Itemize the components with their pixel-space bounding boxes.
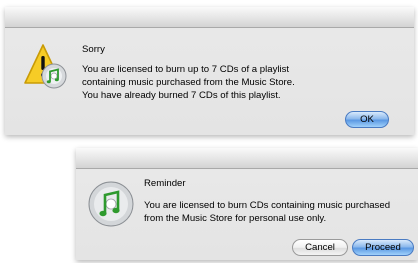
warning-itunes-icon xyxy=(23,43,71,91)
dialog-message: You are licensed to burn up to 7 CDs of … xyxy=(82,63,295,102)
proceed-button[interactable]: Proceed xyxy=(352,239,414,256)
message-line: containing music purchased from the Musi… xyxy=(82,77,295,88)
dialog-titlebar[interactable] xyxy=(5,7,414,28)
reminder-dialog: Reminder You are licensed to burn CDs co… xyxy=(76,148,418,260)
itunes-cd-icon xyxy=(86,179,136,229)
message-line: You have already burned 7 CDs of this pl… xyxy=(82,90,281,101)
message-line: You are licensed to burn up to 7 CDs of … xyxy=(82,64,290,75)
ok-button[interactable]: OK xyxy=(345,111,389,128)
dialog-title: Reminder xyxy=(144,178,186,189)
cancel-button[interactable]: Cancel xyxy=(292,239,348,256)
sorry-dialog: Sorry You are licensed to burn up to 7 C… xyxy=(5,7,414,135)
dialog-title: Sorry xyxy=(82,44,105,55)
message-line: You are licensed to burn CDs containing … xyxy=(144,200,391,211)
message-line: from the Music Store for personal use on… xyxy=(144,213,327,224)
dialog-titlebar[interactable] xyxy=(76,148,418,169)
dialog-message: You are licensed to burn CDs containing … xyxy=(144,199,390,225)
